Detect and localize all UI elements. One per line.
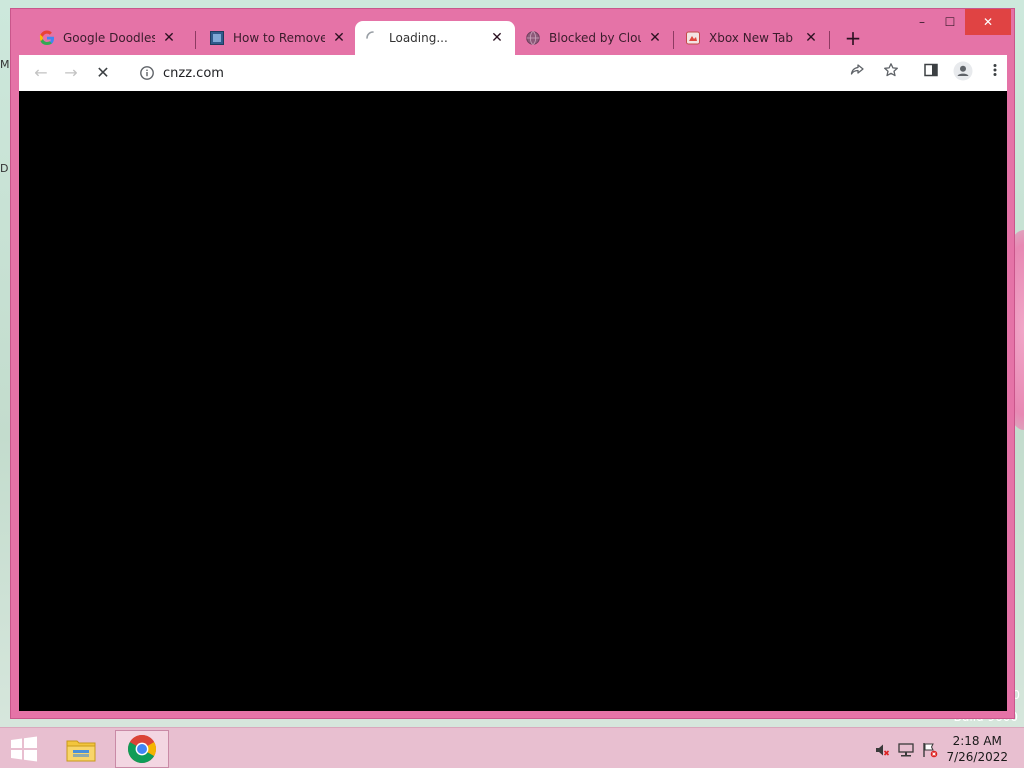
tab-title: Xbox New Tab - C [709,31,797,45]
tab-how-to-remove[interactable]: How to Remove Y ✕ [199,21,357,55]
clock-time: 2:18 AM [952,734,1002,748]
loading-spinner-icon [365,30,381,46]
new-tab-button[interactable]: + [841,27,865,51]
desktop-label-d: D [0,162,9,175]
tab-xbox-new-tab[interactable]: Xbox New Tab - C ✕ [675,21,829,55]
tab-loading[interactable]: Loading... ✕ [355,21,515,55]
browser-toolbar: ← → ✕ cnzz.com [19,55,1007,91]
forward-button[interactable]: → [59,61,83,85]
tab-blocked-by-cloudflare[interactable]: Blocked by Cloudf ✕ [515,21,673,55]
system-clock[interactable]: 2:18 AM 7/26/2022 [946,733,1008,765]
tab-separator [829,31,830,49]
tab-close-button[interactable]: ✕ [161,30,177,46]
profile-icon[interactable] [951,61,975,85]
window-close-button[interactable]: ✕ [965,9,1011,35]
tab-close-button[interactable]: ✕ [647,30,663,46]
file-explorer-icon[interactable] [54,730,108,768]
globe-icon [525,30,541,46]
clock-date: 7/26/2022 [946,750,1008,764]
tab-close-button[interactable]: ✕ [489,30,505,46]
stop-loading-button[interactable]: ✕ [91,61,115,85]
tab-close-button[interactable]: ✕ [803,30,819,46]
back-button[interactable]: ← [29,61,53,85]
tab-separator [673,31,674,49]
tab-strip: Google Doodles ✕ How to Remove Y ✕ Loadi… [19,19,919,55]
site-info-icon[interactable] [139,65,155,81]
taskbar: 2:18 AM 7/26/2022 [0,727,1024,768]
share-icon[interactable] [845,61,869,85]
side-panel-icon[interactable] [919,61,943,85]
chrome-icon[interactable] [115,730,169,768]
kebab-menu-icon[interactable] [983,61,1007,85]
browser-window: – ☐ ✕ Google Doodles ✕ How to Remove ✕ L… [10,8,1015,719]
tab-separator [195,31,196,49]
maximize-button[interactable]: ☐ [935,9,965,35]
tab-title: Google Doodles [63,31,155,45]
speaker-muted-icon[interactable] [874,742,890,758]
tab-close-button[interactable]: ✕ [331,30,347,46]
desktop-label-m: M [0,58,10,71]
star-icon[interactable] [879,61,903,85]
page-content-viewport[interactable] [19,91,1007,711]
tab-title: How to Remove Y [233,31,325,45]
page-thumbnail-icon [209,30,225,46]
tab-title: Loading... [389,31,448,45]
tab-google-doodles[interactable]: Google Doodles ✕ [29,21,187,55]
action-center-flag-icon[interactable] [922,742,938,758]
address-bar[interactable]: cnzz.com [129,60,869,86]
windows-start-icon[interactable] [10,736,38,762]
tab-title: Blocked by Cloudf [549,31,641,45]
xbox-tab-icon [685,30,701,46]
network-icon[interactable] [898,742,914,758]
address-url-text: cnzz.com [163,65,224,81]
google-g-icon [39,30,55,46]
